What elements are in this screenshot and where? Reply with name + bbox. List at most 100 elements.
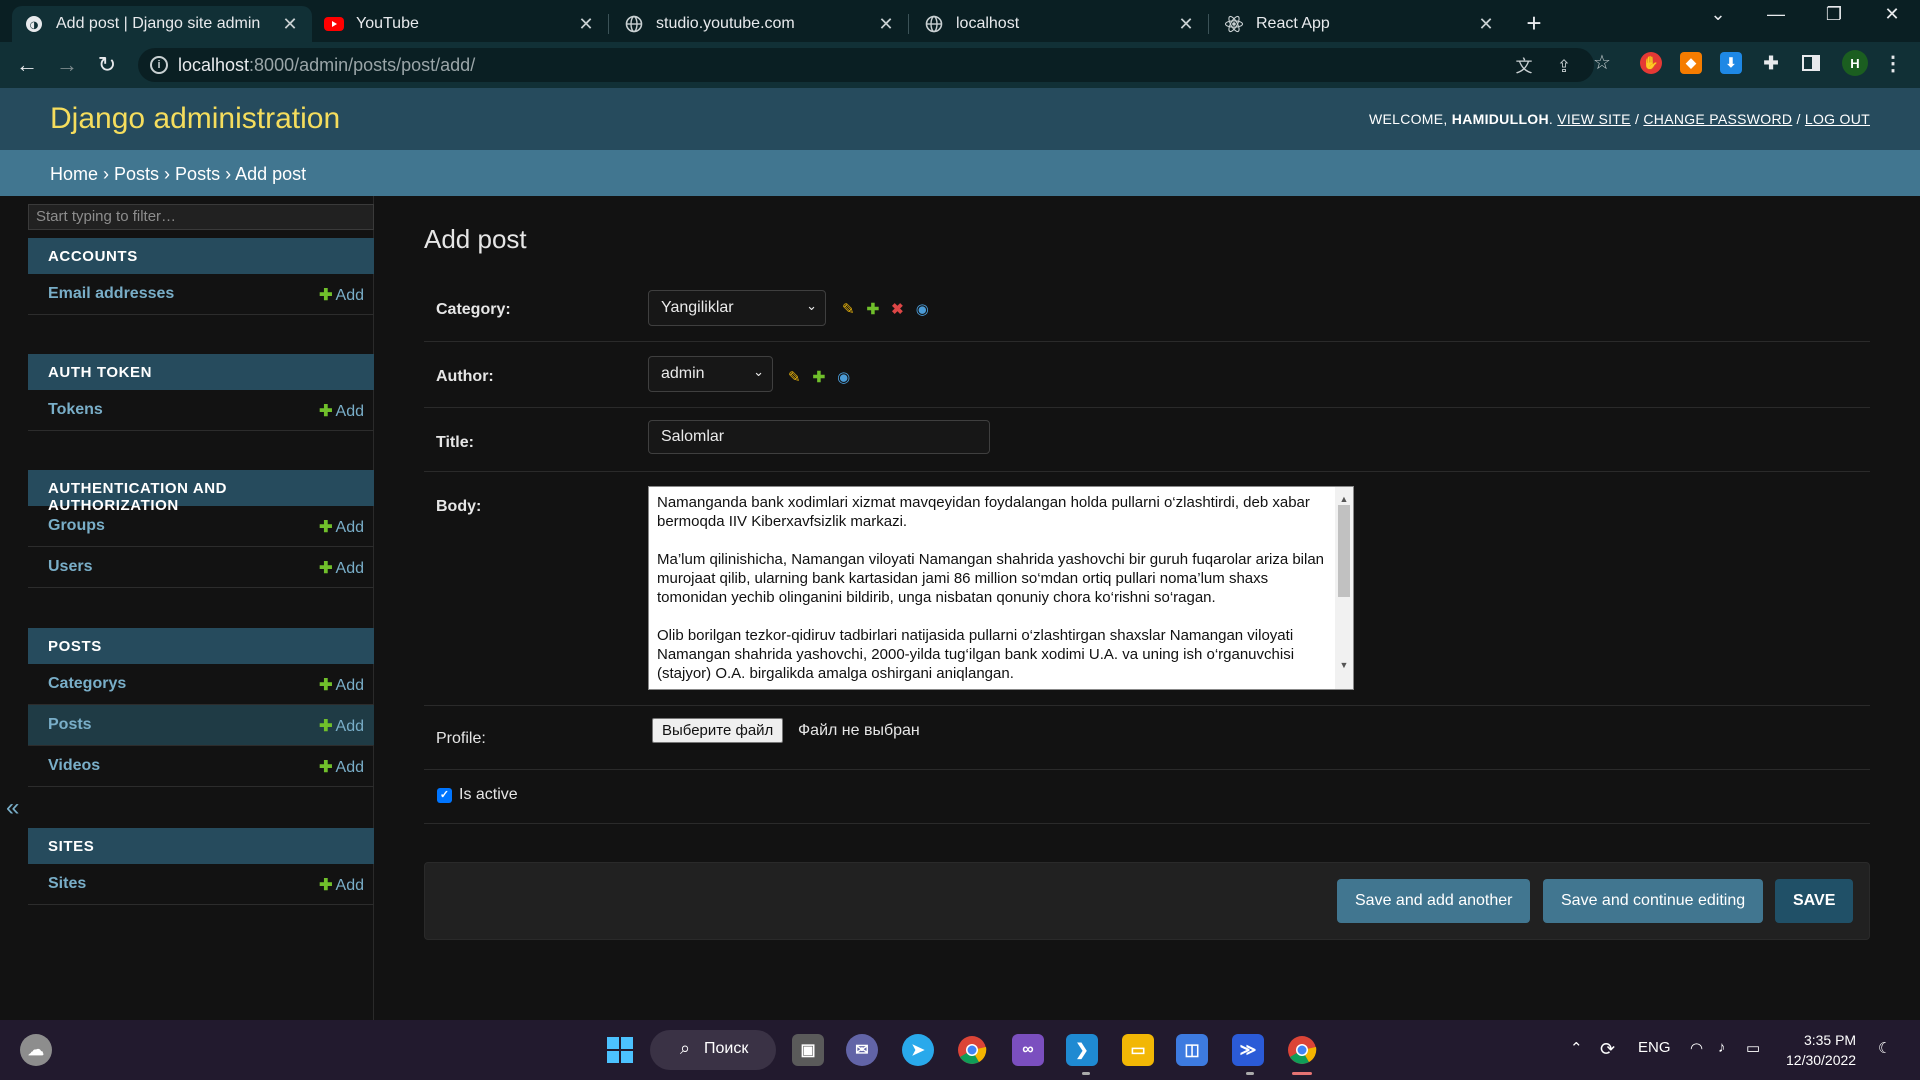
save-and-add-another-button[interactable]: Save and add another <box>1337 879 1531 923</box>
teams-chat-icon[interactable]: ✉ <box>846 1034 878 1066</box>
is-active-checkbox[interactable]: ✓ <box>437 788 452 803</box>
breadcrumb-posts-app[interactable]: Posts <box>114 164 159 184</box>
site-brand[interactable]: Django administration <box>50 102 340 136</box>
extensions-puzzle-icon[interactable]: ✚ <box>1760 52 1782 74</box>
tab-studio-youtube[interactable]: studio.youtube.com ✕ <box>612 6 908 42</box>
delete-related-x-icon[interactable]: ✖ <box>891 300 904 318</box>
module-caption[interactable]: SITES <box>28 828 374 864</box>
add-link[interactable]: ✚ Add <box>319 558 364 578</box>
sidebar-item-label[interactable]: Sites <box>48 875 86 893</box>
close-icon[interactable]: ✕ <box>1176 14 1196 35</box>
new-tab-plus-icon[interactable]: + <box>1520 8 1548 39</box>
edit-pencil-icon[interactable]: ✎ <box>788 368 801 386</box>
restore-icon[interactable]: ❐ <box>1814 4 1854 25</box>
view-related-eye-icon[interactable]: ◉ <box>837 368 850 386</box>
taskbar-search[interactable]: ⌕ Поиск <box>650 1030 776 1070</box>
module-caption[interactable]: AUTHENTICATION AND AUTHORIZATION <box>28 470 374 514</box>
language-indicator[interactable]: ENG <box>1638 1039 1671 1056</box>
breadcrumb-posts-model[interactable]: Posts <box>175 164 220 184</box>
notification-moon-icon[interactable]: ☾ <box>1878 1039 1891 1057</box>
task-view-icon[interactable]: ▣ <box>792 1034 824 1066</box>
add-link[interactable]: ✚ Add <box>319 285 364 305</box>
is-active-label[interactable]: Is active <box>459 786 518 804</box>
file-explorer-icon[interactable]: ▭ <box>1122 1034 1154 1066</box>
powershell-icon[interactable]: ≫ <box>1232 1034 1264 1066</box>
sidebar-item-label[interactable]: Categorys <box>48 675 126 693</box>
volume-icon[interactable]: ♪ <box>1718 1039 1726 1056</box>
adblock-extension-icon[interactable]: ✋ <box>1640 52 1662 74</box>
sidebar-item-sites[interactable]: Sites ✚ Add <box>28 864 374 905</box>
close-icon[interactable]: ✕ <box>1476 14 1496 35</box>
tab-react-app[interactable]: React App ✕ <box>1212 6 1508 42</box>
sidebar-item-label[interactable]: Videos <box>48 757 100 775</box>
view-related-eye-icon[interactable]: ◉ <box>916 300 929 318</box>
brave-shield-icon[interactable]: ◆ <box>1680 52 1702 74</box>
bookmark-star-icon[interactable]: ☆ <box>1592 53 1612 73</box>
visual-studio-icon[interactable]: ∞ <box>1012 1034 1044 1066</box>
scrollbar-thumb[interactable] <box>1338 505 1350 597</box>
view-site-link[interactable]: VIEW SITE <box>1557 111 1631 127</box>
back-arrow-icon[interactable]: ← <box>14 52 40 78</box>
tab-localhost[interactable]: localhost ✕ <box>912 6 1208 42</box>
chrome-icon-active[interactable] <box>1286 1034 1318 1066</box>
taskbar-clock[interactable]: 3:35 PM 12/30/2022 <box>1786 1030 1856 1070</box>
sidebar-item-label[interactable]: Tokens <box>48 401 103 419</box>
sidebar-item-users[interactable]: Users ✚ Add <box>28 547 374 588</box>
sidebar-item-label[interactable]: Groups <box>48 517 105 535</box>
module-caption[interactable]: ACCOUNTS <box>28 238 374 274</box>
add-link[interactable]: ✚ Add <box>319 757 364 777</box>
tab-django-admin[interactable]: ◑ Add post | Django site admin ✕ <box>12 6 312 42</box>
add-related-plus-icon[interactable]: ✚ <box>813 368 826 386</box>
breadcrumb-home[interactable]: Home <box>50 164 98 184</box>
share-icon[interactable]: ⇪ <box>1554 57 1574 77</box>
nav-filter-input[interactable]: Start typing to filter… <box>28 204 374 230</box>
sidebar-item-categorys[interactable]: Categorys ✚ Add <box>28 664 374 705</box>
module-caption[interactable]: POSTS <box>28 628 374 664</box>
windows-start-icon[interactable] <box>604 1034 636 1066</box>
sidebar-item-groups[interactable]: Groups ✚ Add <box>28 506 374 547</box>
sidebar-item-videos[interactable]: Videos ✚ Add <box>28 746 374 787</box>
author-select[interactable]: admin ⌄ <box>648 356 773 392</box>
edit-pencil-icon[interactable]: ✎ <box>842 300 855 318</box>
title-input[interactable]: Salomlar <box>648 420 990 454</box>
kebab-menu-icon[interactable]: ⋮ <box>1882 52 1904 75</box>
sidebar-item-label[interactable]: Email addresses <box>48 285 174 303</box>
add-link[interactable]: ✚ Add <box>319 875 364 895</box>
sidebar-item-label[interactable]: Posts <box>48 716 92 734</box>
add-link[interactable]: ✚ Add <box>319 716 364 736</box>
log-out-link[interactable]: LOG OUT <box>1805 111 1870 127</box>
forward-arrow-icon[interactable]: → <box>54 52 80 78</box>
add-related-plus-icon[interactable]: ✚ <box>867 300 880 318</box>
sidebar-item-tokens[interactable]: Tokens ✚ Add <box>28 390 374 431</box>
tab-youtube[interactable]: YouTube ✕ <box>312 6 608 42</box>
address-bar[interactable]: i localhost:8000/admin/posts/post/add/ 文… <box>138 48 1594 82</box>
sidebar-item-email-addresses[interactable]: Email addresses ✚ Add <box>28 274 374 315</box>
translate-icon[interactable]: 文 <box>1514 57 1534 77</box>
change-password-link[interactable]: CHANGE PASSWORD <box>1643 111 1792 127</box>
weather-widget-icon[interactable]: ☁ <box>20 1034 52 1066</box>
save-button[interactable]: SAVE <box>1775 879 1854 923</box>
telegram-icon[interactable]: ➤ <box>902 1034 934 1066</box>
add-link[interactable]: ✚ Add <box>319 517 364 537</box>
choose-file-button[interactable]: Выберите файл <box>652 718 784 743</box>
side-panel-icon[interactable] <box>1800 52 1822 74</box>
body-textarea[interactable]: Namanganda bank xodimlari xizmat mavqeyi… <box>648 486 1354 690</box>
textarea-scrollbar[interactable]: ▲ ▼ <box>1335 487 1353 689</box>
close-icon[interactable]: ✕ <box>280 14 300 35</box>
store-bag-icon[interactable]: ◫ <box>1176 1034 1208 1066</box>
battery-icon[interactable]: ▭ <box>1746 1039 1760 1057</box>
vscode-icon[interactable]: ❯ <box>1066 1034 1098 1066</box>
download-extension-icon[interactable]: ⬇ <box>1720 52 1742 74</box>
minimize-icon[interactable]: — <box>1756 4 1796 25</box>
sync-icon[interactable]: ⟳ <box>1600 1039 1615 1060</box>
tab-search-chevron-icon[interactable]: ⌄ <box>1698 4 1738 25</box>
sidebar-item-posts[interactable]: Posts ✚ Add <box>28 705 374 746</box>
category-select[interactable]: Yangiliklar ⌄ <box>648 290 826 326</box>
scroll-down-arrow-icon[interactable]: ▼ <box>1335 656 1353 675</box>
collapse-sidebar-icon[interactable]: « <box>6 794 19 822</box>
module-caption[interactable]: AUTH TOKEN <box>28 354 374 390</box>
profile-avatar[interactable]: H <box>1842 50 1868 76</box>
chrome-icon[interactable] <box>956 1034 988 1066</box>
url-text[interactable]: localhost:8000/admin/posts/post/add/ <box>178 55 475 76</box>
site-info-icon[interactable]: i <box>150 56 168 74</box>
